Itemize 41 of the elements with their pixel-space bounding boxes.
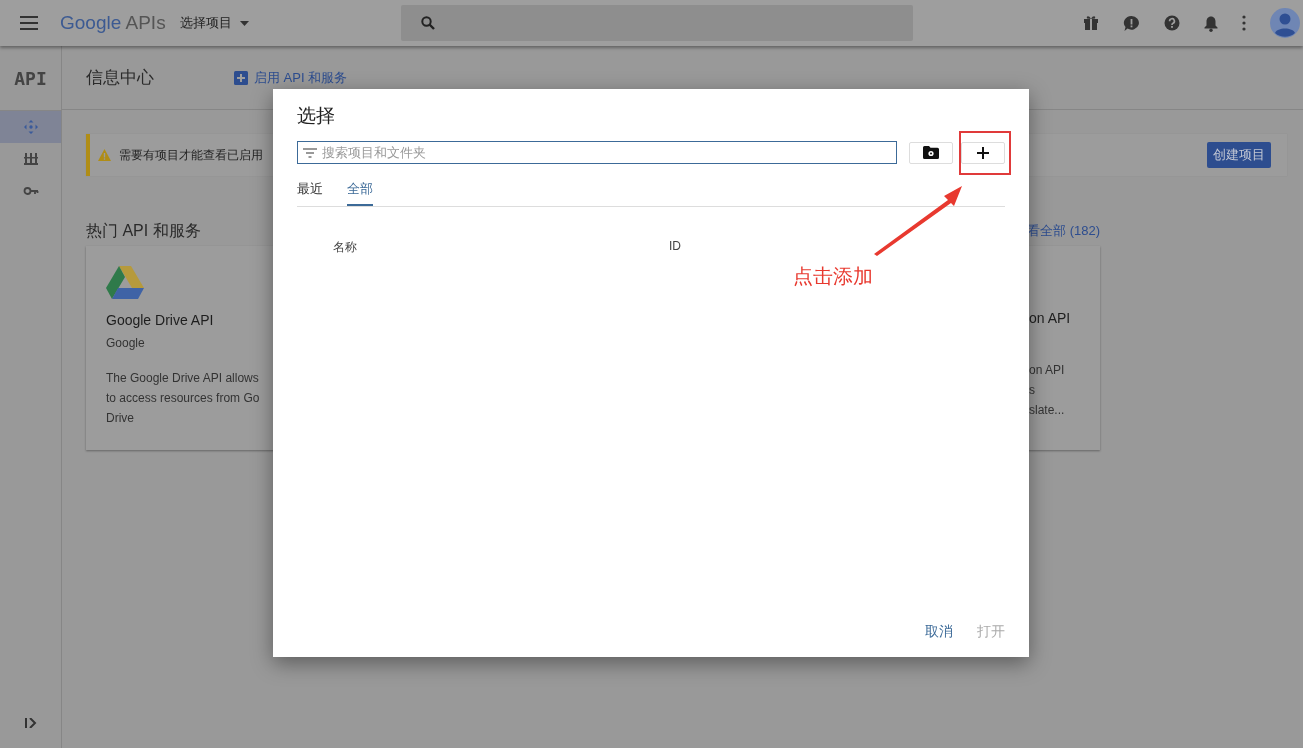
warning-icon	[98, 149, 111, 161]
tab[interactable]: 全部	[347, 180, 373, 206]
filter-icon	[303, 148, 317, 158]
dialog-title: 选择	[297, 104, 336, 128]
api-description: Drive	[106, 410, 135, 427]
help-icon[interactable]	[1164, 15, 1180, 31]
expand-icon[interactable]	[24, 718, 37, 728]
cancel-button[interactable]: 取消	[925, 623, 953, 641]
bell-icon[interactable]	[1204, 14, 1218, 32]
api-description: s	[1029, 382, 1036, 399]
api-name: on API	[1029, 310, 1072, 326]
gift-icon[interactable]	[1083, 15, 1099, 31]
search-icon	[420, 16, 435, 30]
library-icon	[22, 151, 39, 167]
tab[interactable]: 最近	[297, 180, 323, 206]
api-description: slate...	[1029, 402, 1066, 419]
api-description: on API	[1029, 362, 1066, 379]
api-description: to access resources from Go	[106, 390, 261, 407]
column-header: ID	[669, 239, 682, 255]
dashboard-icon	[22, 119, 39, 135]
annotation-label: 点击添加	[793, 264, 873, 289]
new-folder-button[interactable]	[909, 141, 954, 164]
create-project-button[interactable]: 创建项目	[1207, 142, 1271, 168]
page-title: 信息中心	[86, 67, 154, 89]
section-title: 热门 API 和服务	[86, 220, 201, 241]
menu-icon[interactable]	[20, 16, 38, 30]
more-icon[interactable]	[1242, 15, 1246, 31]
api-name: Google Drive API	[106, 312, 215, 328]
avatar-icon[interactable]	[1270, 8, 1300, 38]
api-vendor: Google	[106, 336, 146, 350]
api-description: The Google Drive API allows	[106, 370, 260, 387]
caret-icon	[239, 20, 249, 26]
column-header: 名称	[333, 239, 358, 256]
search-field[interactable]	[400, 5, 913, 41]
project-picker[interactable]: 选择项目	[179, 14, 249, 32]
warning-message: 需要有项目才能查看已启用	[119, 146, 263, 164]
drive-logo-icon	[106, 266, 144, 300]
plus-square-icon	[234, 70, 248, 85]
search-field[interactable]: 搜索项目和文件夹	[297, 141, 898, 164]
folder-gear-icon	[923, 146, 940, 159]
feedback-icon[interactable]	[1123, 14, 1140, 32]
